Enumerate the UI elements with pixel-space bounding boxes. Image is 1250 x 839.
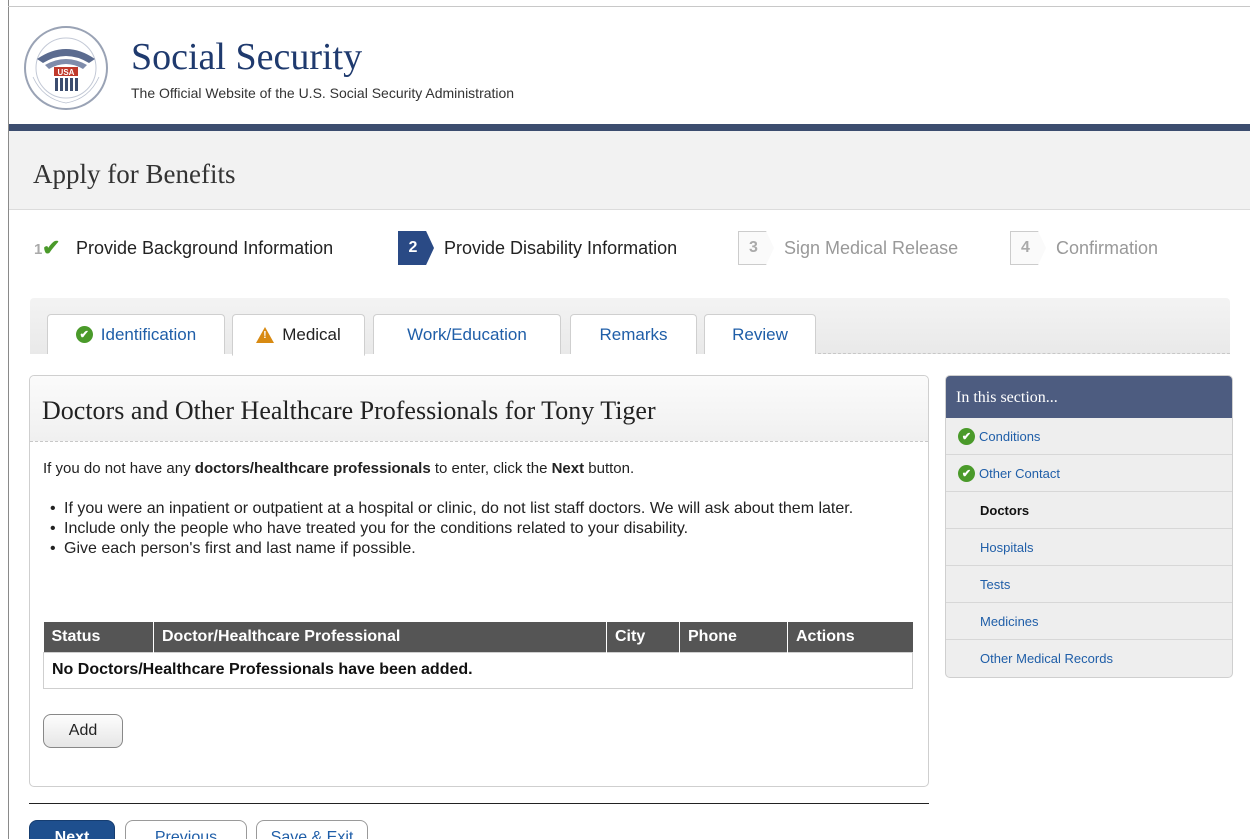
step-4-badge: 4: [1010, 231, 1046, 265]
warning-icon: !: [256, 327, 275, 343]
sidebar-item-label: Other Contact: [979, 465, 1060, 481]
checkmark-icon: ✔: [42, 235, 61, 260]
sidebar-item-tests[interactable]: Tests: [946, 566, 1232, 603]
instructions-list: If you were an inpatient or outpatient a…: [50, 499, 900, 559]
step-4-number: 4: [1021, 239, 1030, 256]
step-1: 1 ✔ Provide Background Information: [30, 228, 333, 268]
tab-review[interactable]: Review: [704, 314, 816, 354]
doctors-panel: Doctors and Other Healthcare Professiona…: [29, 375, 929, 787]
site-subtitle: The Official Website of the U.S. Social …: [131, 85, 515, 101]
bottom-divider: [29, 803, 929, 804]
intro-suffix: button.: [584, 460, 635, 477]
step-3: 3 Sign Medical Release: [738, 228, 958, 268]
step-1-label: Provide Background Information: [76, 237, 334, 258]
tab-review-label: Review: [732, 324, 788, 344]
list-item: If you were an inpatient or outpatient a…: [50, 499, 900, 519]
site-title[interactable]: Social Security: [131, 35, 362, 79]
step-2-number: 2: [408, 239, 418, 256]
tab-work-education-label: Work/Education: [407, 324, 527, 344]
previous-button[interactable]: Previous: [125, 820, 247, 839]
site-header: USA Social Security The Official Website…: [9, 7, 1250, 124]
page-title: Apply for Benefits: [33, 159, 236, 189]
col-phone: Phone: [679, 622, 788, 652]
intro-next-bold: Next: [551, 460, 585, 477]
sidebar-item-label: Conditions: [979, 428, 1041, 444]
next-button[interactable]: Next: [29, 820, 115, 839]
intro-prefix: If you do not have any: [43, 460, 195, 477]
check-circle-icon: ✔: [958, 464, 975, 482]
col-actions: Actions: [787, 622, 913, 652]
step-4: 4 Confirmation: [1010, 228, 1158, 268]
col-status: Status: [43, 622, 154, 652]
tab-medical[interactable]: ! Medical: [232, 314, 365, 356]
list-item: Give each person's first and last name i…: [50, 539, 900, 559]
tabs-divider: [818, 353, 1230, 354]
svg-text:USA: USA: [58, 68, 75, 77]
tab-work-education[interactable]: Work/Education: [373, 314, 561, 354]
doctors-table: Status Doctor/Healthcare Professional Ci…: [43, 622, 913, 689]
check-circle-icon: ✔: [958, 427, 975, 445]
tab-identification-label: Identification: [100, 324, 197, 344]
step-1-badge: 1 ✔: [30, 231, 66, 265]
check-circle-icon: ✔: [75, 326, 93, 343]
step-3-number: 3: [749, 239, 758, 256]
doctors-panel-title: Doctors and Other Healthcare Professiona…: [42, 396, 656, 425]
tab-medical-label: Medical: [282, 325, 341, 344]
intro-middle: to enter, click the: [430, 460, 552, 477]
sidebar-item-label: Doctors: [980, 502, 1030, 518]
save-exit-button[interactable]: Save & Exit: [256, 820, 368, 839]
table-header-row: Status Doctor/Healthcare Professional Ci…: [43, 622, 913, 652]
sidebar-item-other-contact[interactable]: ✔ Other Contact: [946, 455, 1232, 492]
section-sidebar: In this section... ✔ Conditions ✔ Other …: [945, 375, 1233, 678]
step-4-label: Confirmation: [1056, 237, 1159, 258]
sidebar-item-label: Hospitals: [980, 539, 1034, 555]
sidebar-item-conditions[interactable]: ✔ Conditions: [946, 418, 1232, 455]
sidebar-item-label: Other Medical Records: [980, 651, 1113, 666]
table-row: No Doctors/Healthcare Professionals have…: [43, 651, 913, 689]
sidebar-item-other-medical-records[interactable]: Other Medical Records: [946, 640, 1232, 677]
sidebar-title: In this section...: [946, 376, 1232, 418]
empty-table-message: No Doctors/Healthcare Professionals have…: [43, 651, 913, 689]
step-2-label: Provide Disability Information: [444, 237, 678, 258]
tab-identification[interactable]: ✔ Identification: [47, 314, 225, 354]
sidebar-item-hospitals[interactable]: Hospitals: [946, 529, 1232, 566]
col-city: City: [606, 622, 680, 652]
add-doctor-button[interactable]: Add: [43, 714, 123, 748]
step-3-badge: 3: [738, 231, 774, 265]
intro-text: If you do not have any doctors/healthcar…: [43, 460, 634, 477]
sidebar-item-doctors: Doctors: [946, 492, 1232, 529]
list-item: Include only the people who have treated…: [50, 519, 900, 539]
step-2: 2 Provide Disability Information: [398, 228, 677, 268]
sidebar-item-medicines[interactable]: Medicines: [946, 603, 1232, 640]
step-3-label: Sign Medical Release: [784, 237, 959, 258]
tab-remarks[interactable]: Remarks: [570, 314, 697, 354]
sidebar-item-label: Tests: [980, 576, 1011, 592]
tab-remarks-label: Remarks: [599, 324, 668, 344]
col-doctor: Doctor/Healthcare Professional: [153, 622, 607, 652]
sidebar-item-label: Medicines: [980, 613, 1039, 629]
header-divider-bar: [9, 124, 1250, 131]
apply-banner: Apply for Benefits: [9, 131, 1250, 210]
step-2-badge: 2: [398, 231, 434, 265]
progress-steps: 1 ✔ Provide Background Information 2 Pro…: [30, 228, 1240, 268]
intro-bold: doctors/healthcare professionals: [194, 460, 431, 477]
